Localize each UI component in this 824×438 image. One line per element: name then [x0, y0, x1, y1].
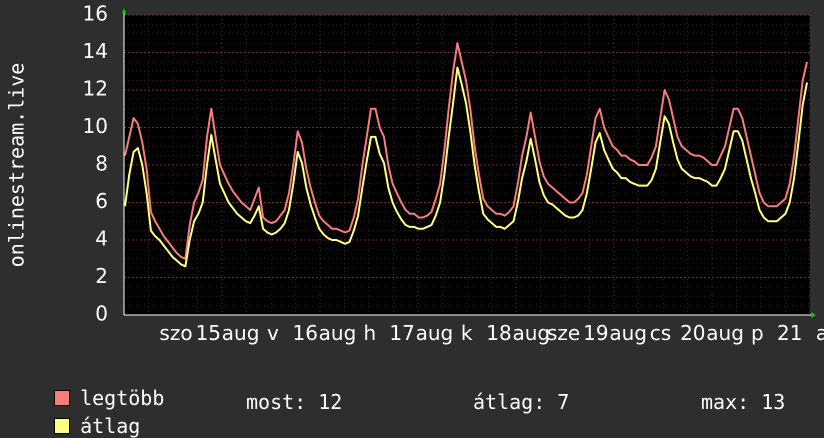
x-tick-label: h	[363, 321, 376, 345]
x-tick-label: aug	[319, 321, 357, 345]
y-tick-label: 14	[83, 39, 108, 63]
legend-item-atlag: átlag	[30, 390, 140, 438]
x-tick-labels: szo 15 aug v 16 aug h 17 aug k 18 augsze 19 aug cs 20 au…	[159, 321, 824, 345]
stat-atlag: átlag: 7	[473, 390, 570, 414]
x-tick-label: sze	[547, 321, 580, 345]
x-tick-label: szo	[159, 321, 192, 345]
x-axis-arrow	[811, 312, 816, 318]
x-tick-label: p	[751, 321, 764, 345]
x-tick-label: aug	[222, 321, 260, 345]
y-tick-label: 8	[95, 152, 108, 176]
stat-max: max: 13	[701, 390, 786, 414]
x-tick-label: 17	[389, 321, 414, 345]
x-tick-label: k	[461, 321, 473, 345]
y-tick-labels: 0 2 4 6 8 10 12 14 16	[83, 2, 108, 326]
x-tick-label: cs	[650, 321, 671, 345]
x-tick-label: aug	[609, 321, 647, 345]
x-tick-label: 16	[292, 321, 317, 345]
x-tick-label: aug	[706, 321, 744, 345]
x-tick-label: 18	[486, 321, 511, 345]
y-tick-label: 0	[95, 302, 108, 326]
x-tick-label: a	[816, 321, 824, 345]
legend-swatch-atlag	[54, 418, 71, 434]
x-tick-label: aug	[416, 321, 454, 345]
y-tick-label: 16	[83, 2, 108, 26]
x-tick-label: aug	[512, 321, 550, 345]
x-tick-label: 15	[196, 321, 221, 345]
y-axis-arrow	[122, 8, 126, 13]
x-tick-label: v	[267, 321, 279, 345]
y-tick-label: 2	[95, 264, 108, 288]
legend-label-atlag: átlag	[80, 414, 141, 438]
y-tick-label: 4	[95, 227, 108, 251]
stat-most: most: 12	[246, 390, 343, 414]
y-tick-label: 10	[83, 114, 108, 138]
y-tick-label: 12	[83, 77, 108, 101]
x-tick-label: 20	[680, 321, 705, 345]
x-tick-label: 19	[583, 321, 608, 345]
y-tick-label: 6	[95, 189, 108, 213]
x-tick-label: 21	[777, 321, 802, 345]
y-axis-label: onlinestream.live	[5, 63, 29, 268]
